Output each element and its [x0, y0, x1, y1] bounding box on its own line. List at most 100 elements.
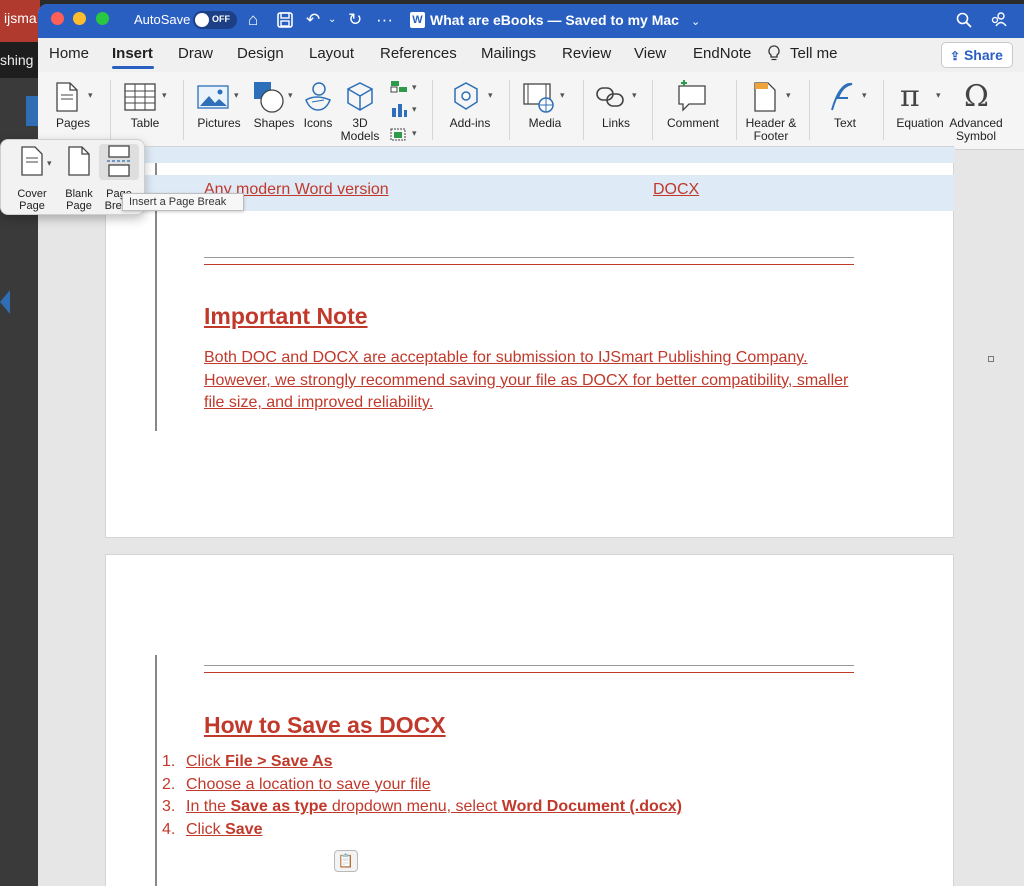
undo-icon[interactable]: ↶	[306, 10, 320, 30]
word-window: AutoSave OFF ⌂ ↶ ⌄ ↻ ··· W What are eBoo…	[38, 4, 1024, 886]
autosave-toggle-knob	[195, 13, 209, 27]
list-item[interactable]: 1. Click File > Save As	[162, 753, 782, 776]
undo-chevron-down-icon[interactable]: ⌄	[328, 10, 336, 30]
text-button[interactable]: ▾ Text	[816, 72, 874, 150]
tab-view[interactable]: View	[634, 45, 666, 62]
chart-icon[interactable]	[390, 102, 408, 118]
important-note-heading[interactable]: Important Note	[204, 303, 368, 330]
blank-page-icon	[68, 146, 90, 176]
document-title[interactable]: What are eBooks — Saved to my Mac	[430, 12, 679, 28]
insert-ribbon: ▾ Pages ▾ Table ▾ Pictures ▾ Shapes Icon…	[38, 72, 1024, 150]
share-label: Share	[963, 47, 1003, 63]
zoom-window-button[interactable]	[96, 12, 109, 25]
horizontal-rule	[204, 257, 854, 258]
tab-design[interactable]: Design	[237, 45, 284, 62]
account-icon[interactable]	[990, 10, 1008, 34]
media-button[interactable]: ▾ Media	[516, 72, 574, 150]
redo-icon[interactable]: ↻	[348, 10, 362, 30]
add-ins-button[interactable]: ▾ Add-ins	[440, 72, 500, 150]
autosave-label: AutoSave	[134, 12, 191, 27]
list-item[interactable]: 4. Click Save	[162, 821, 782, 844]
title-chevron-down-icon[interactable]: ⌄	[691, 12, 700, 32]
smartart-chart-screenshot-group: ▾ ▾ ▾	[386, 72, 422, 150]
table-icon	[124, 83, 156, 111]
ribbon-separator	[509, 80, 510, 140]
lightbulb-icon	[767, 45, 781, 65]
tell-me-search[interactable]: Tell me	[790, 45, 838, 62]
ribbon-tabs: Home Insert Draw Design Layout Reference…	[38, 38, 1024, 72]
tab-endnote[interactable]: EndNote	[693, 45, 751, 62]
shapes-button[interactable]: ▾ Shapes	[246, 72, 302, 150]
paste-options-icon[interactable]: 📋	[334, 850, 358, 872]
chart-chevron-down-icon[interactable]: ▾	[412, 104, 417, 115]
cube-icon	[347, 82, 373, 111]
icons-icon	[305, 82, 331, 111]
table-row-highlight	[106, 147, 955, 163]
close-window-button[interactable]	[51, 12, 64, 25]
advanced-symbol-button[interactable]: Ω Advanced Symbol	[946, 72, 1006, 150]
text-label: Text	[833, 116, 856, 130]
table-cell-format[interactable]: DOCX	[653, 181, 699, 199]
list-item[interactable]: 3. In the Save as type dropdown menu, sel…	[162, 798, 782, 821]
3d-models-button[interactable]: 3D Models	[338, 72, 382, 150]
pictures-label: Pictures	[197, 116, 241, 130]
share-button[interactable]: ⇪ Share	[941, 42, 1013, 68]
home-icon[interactable]: ⌂	[248, 10, 258, 30]
page-break-button[interactable]: Page Break	[99, 144, 139, 212]
background-app-arrow-icon[interactable]	[0, 290, 10, 314]
background-app-subtitle: shing	[0, 42, 40, 78]
title-bar: AutoSave OFF ⌂ ↶ ⌄ ↻ ··· W What are eBoo…	[38, 4, 1024, 38]
link-icon	[596, 87, 624, 107]
links-button[interactable]: ▾ Links	[588, 72, 644, 150]
pictures-chevron-down-icon: ▾	[234, 90, 239, 100]
header-footer-icon	[754, 82, 776, 112]
ribbon-separator	[736, 80, 737, 140]
tab-mailings[interactable]: Mailings	[481, 45, 536, 62]
how-to-save-heading[interactable]: How to Save as DOCX	[204, 712, 446, 739]
tab-home[interactable]: Home	[49, 45, 89, 62]
tab-review[interactable]: Review	[562, 45, 611, 62]
table-chevron-down-icon: ▾	[162, 90, 167, 100]
text-icon	[831, 82, 853, 111]
equation-button[interactable]: π ▾ Equation	[890, 72, 950, 150]
save-steps-list: 1. Click File > Save As 2. Choose a locati…	[162, 753, 782, 843]
screenshot-icon[interactable]	[390, 126, 408, 142]
search-icon[interactable]	[956, 10, 972, 33]
pi-icon: π	[900, 79, 920, 114]
blank-page-button[interactable]: Blank Page	[57, 144, 101, 212]
tab-references[interactable]: References	[380, 45, 457, 62]
table-label: Table	[130, 116, 160, 130]
screenshot-chevron-down-icon[interactable]: ▾	[412, 128, 417, 139]
tab-layout[interactable]: Layout	[309, 45, 354, 62]
icons-label: Icons	[303, 116, 333, 130]
ribbon-separator	[583, 80, 584, 140]
minimize-window-button[interactable]	[73, 12, 86, 25]
comment-button[interactable]: Comment	[660, 72, 726, 150]
cover-page-button[interactable]: ▾ Cover Page	[7, 144, 57, 212]
pictures-button[interactable]: ▾ Pictures	[190, 72, 248, 150]
list-item[interactable]: 2. Choose a location to save your file	[162, 776, 782, 799]
header-footer-button[interactable]: ▾ Header & Footer	[742, 72, 800, 150]
object-anchor-icon[interactable]	[988, 356, 994, 362]
icons-button[interactable]: Icons	[300, 72, 336, 150]
save-icon[interactable]	[277, 10, 293, 33]
page-break-tooltip: Insert a Page Break	[122, 193, 244, 211]
cover-page-icon	[21, 146, 43, 176]
important-note-paragraph[interactable]: Both DOC and DOCX are acceptable for sub…	[204, 347, 854, 415]
ribbon-separator	[809, 80, 810, 140]
horizontal-rule	[204, 665, 854, 666]
smartart-chevron-down-icon[interactable]: ▾	[412, 82, 417, 93]
autosave-state: OFF	[212, 14, 230, 24]
media-icon	[523, 83, 554, 113]
omega-icon: Ω	[964, 79, 989, 114]
tab-insert[interactable]: Insert	[112, 45, 153, 62]
pictures-icon	[197, 85, 229, 109]
header-footer-chevron-down-icon: ▾	[786, 90, 791, 100]
more-icon[interactable]: ···	[376, 10, 393, 30]
tab-draw[interactable]: Draw	[178, 45, 213, 62]
document-canvas[interactable]: Any modern Word version DOCX Important N…	[38, 146, 1024, 886]
autosave-toggle[interactable]: OFF	[193, 11, 237, 29]
links-label: Links	[601, 116, 630, 130]
links-chevron-down-icon: ▾	[632, 90, 637, 100]
smartart-icon[interactable]	[390, 80, 408, 94]
